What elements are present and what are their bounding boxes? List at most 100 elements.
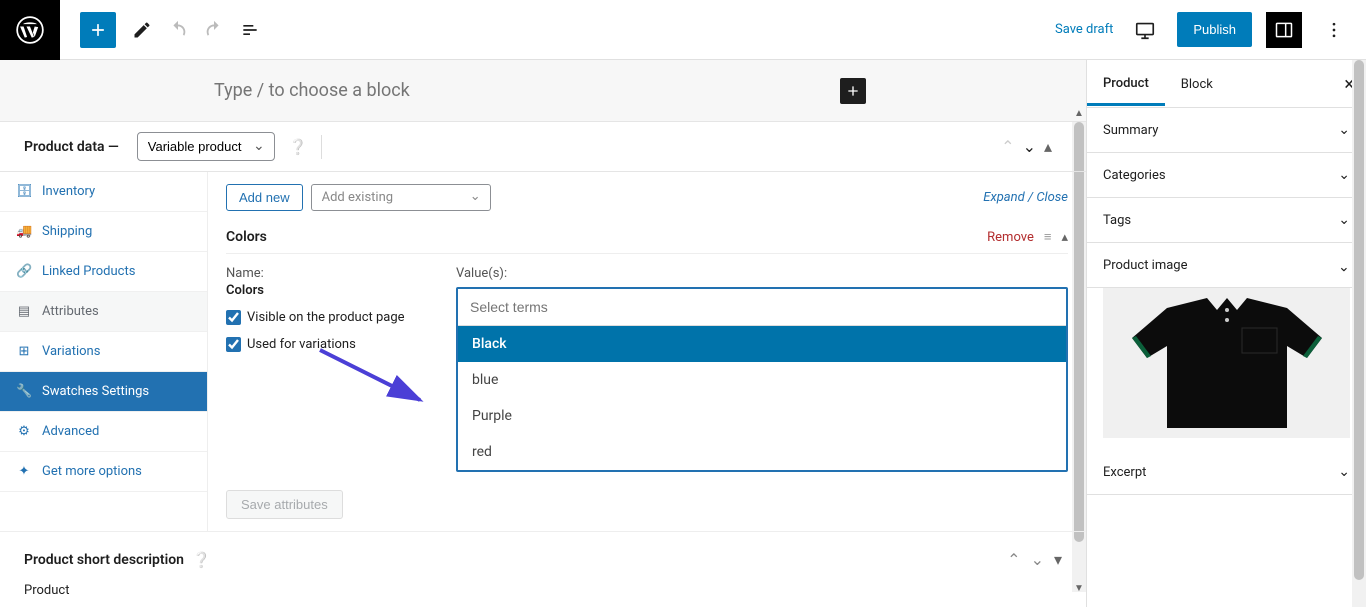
panel-excerpt[interactable]: Excerpt⌄ — [1087, 450, 1366, 495]
visible-checkbox-row[interactable]: Visible on the product page — [226, 310, 416, 325]
toolbar-left — [60, 12, 268, 48]
wordpress-logo[interactable] — [0, 0, 60, 60]
collapse-icon[interactable]: ▴ — [1044, 137, 1052, 156]
short-description-content[interactable]: Product — [0, 577, 1086, 604]
collapse-attribute-icon[interactable]: ▴ — [1061, 230, 1068, 245]
edit-tool[interactable] — [124, 12, 160, 48]
inline-add-block[interactable] — [840, 78, 866, 104]
inventory-icon: 🗄 — [16, 184, 32, 199]
divider — [321, 135, 322, 159]
sidebar-tab-product[interactable]: Product — [1087, 62, 1165, 106]
panel-tags[interactable]: Tags⌄ — [1087, 198, 1366, 243]
editor-area: Type / to choose a block ▲ ▼ Product dat… — [0, 60, 1086, 607]
document-overview-button[interactable] — [232, 12, 268, 48]
truck-icon: 🚚 — [16, 224, 32, 239]
toolbar-right: Save draft Publish — [1055, 12, 1366, 48]
wrench-icon: 🔧 — [16, 384, 32, 399]
tab-variations[interactable]: ⊞Variations — [0, 332, 207, 372]
tab-advanced[interactable]: ⚙Advanced — [0, 412, 207, 452]
panel-product-image[interactable]: Product image⌃ — [1087, 243, 1366, 288]
tab-linked-products[interactable]: 🔗Linked Products — [0, 252, 207, 292]
sidebar-icon — [1274, 20, 1294, 40]
attributes-icon: ▤ — [16, 304, 32, 319]
save-draft-link[interactable]: Save draft — [1055, 22, 1113, 37]
tab-attributes[interactable]: ▤Attributes — [0, 292, 207, 332]
tab-inventory[interactable]: 🗄Inventory — [0, 172, 207, 212]
remove-attribute-link[interactable]: Remove — [987, 230, 1034, 245]
link-icon: 🔗 — [16, 264, 32, 279]
desktop-icon — [1134, 19, 1156, 41]
sidebar-tab-block[interactable]: Block — [1165, 63, 1229, 104]
add-block-button[interactable] — [80, 12, 116, 48]
chevron-down-icon: ⌄ — [1338, 464, 1350, 480]
publish-button[interactable]: Publish — [1177, 12, 1252, 47]
redo-button[interactable] — [196, 12, 232, 48]
options-menu[interactable] — [1316, 12, 1352, 48]
chevron-down-icon: ⌄ — [1338, 212, 1350, 228]
visible-checkbox[interactable] — [226, 310, 241, 325]
add-existing-select[interactable]: Add existing — [311, 184, 491, 211]
variations-icon: ⊞ — [16, 344, 32, 359]
select-terms-input[interactable] — [458, 289, 1066, 325]
dropdown-option-red[interactable]: red — [458, 434, 1066, 470]
dropdown-option-purple[interactable]: Purple — [458, 398, 1066, 434]
short-description-title: Product short description — [24, 552, 184, 568]
list-icon — [240, 20, 260, 40]
attribute-header: Colors Remove ≡ ▴ — [226, 229, 1068, 254]
tab-swatches-settings[interactable]: 🔧Swatches Settings — [0, 372, 207, 412]
block-placeholder-text: Type / to choose a block — [214, 80, 410, 101]
product-data-header: Product data — Variable product ❔ ⌃ ⌄ ▴ — [0, 122, 1086, 172]
settings-sidebar: Product Block × Summary⌄ Categories⌄ Tag… — [1086, 60, 1366, 607]
dropdown-option-black[interactable]: Black — [458, 326, 1066, 362]
tab-shipping[interactable]: 🚚Shipping — [0, 212, 207, 252]
chevron-down-icon: ⌄ — [1338, 167, 1350, 183]
plus-icon — [845, 83, 861, 99]
chevron-down-icon: ⌄ — [1338, 122, 1350, 138]
drag-handle-icon[interactable]: ≡ — [1044, 229, 1052, 245]
scrollbar-thumb[interactable] — [1354, 60, 1364, 580]
polo-shirt-icon — [1127, 298, 1327, 428]
attribute-title: Colors — [226, 229, 267, 245]
used-checkbox[interactable] — [226, 337, 241, 352]
dots-vertical-icon — [1324, 20, 1344, 40]
product-data-body: 🗄Inventory 🚚Shipping 🔗Linked Products ▤A… — [0, 172, 1086, 531]
help-icon[interactable]: ❔ — [192, 551, 211, 569]
move-down-icon[interactable]: ⌄ — [1031, 550, 1044, 569]
wordpress-icon — [16, 16, 44, 44]
terms-dropdown: Black blue Purple red — [458, 325, 1066, 470]
product-type-select[interactable]: Variable product — [137, 132, 275, 161]
panel-summary[interactable]: Summary⌄ — [1087, 108, 1366, 153]
undo-icon — [167, 19, 189, 41]
panel-controls: ⌃ ⌄ ▴ — [1001, 137, 1062, 156]
page-scrollbar[interactable] — [1352, 60, 1366, 607]
top-toolbar: Save draft Publish — [0, 0, 1366, 60]
move-up-icon[interactable]: ⌃ — [1007, 550, 1020, 569]
short-desc-controls: ⌃ ⌄ ▾ — [1007, 550, 1062, 569]
help-icon[interactable]: ❔ — [289, 138, 308, 156]
add-new-attribute-button[interactable]: Add new — [226, 184, 303, 211]
values-label: Value(s): — [456, 266, 1068, 281]
preview-button[interactable] — [1127, 12, 1163, 48]
gear-icon: ⚙ — [16, 424, 32, 439]
attribute-right-col: Value(s): Black blue Purple red — [456, 266, 1068, 472]
main-area: Type / to choose a block ▲ ▼ Product dat… — [0, 60, 1366, 607]
attribute-name-value: Colors — [226, 283, 416, 298]
panel-categories[interactable]: Categories⌄ — [1087, 153, 1366, 198]
expand-close-link[interactable]: Expand / Close — [983, 190, 1068, 205]
move-up-icon[interactable]: ⌃ — [1001, 137, 1014, 156]
sparkle-icon: ✦ — [16, 464, 32, 479]
block-placeholder-row[interactable]: Type / to choose a block — [0, 60, 1086, 122]
name-label: Name: — [226, 266, 416, 281]
undo-button[interactable] — [160, 12, 196, 48]
save-attributes-button[interactable]: Save attributes — [226, 490, 343, 519]
pencil-icon — [132, 20, 152, 40]
short-description-panel: Product short description ❔ ⌃ ⌄ ▾ — [0, 531, 1086, 577]
product-image-preview[interactable] — [1103, 288, 1350, 438]
tab-get-more[interactable]: ✦Get more options — [0, 452, 207, 492]
dropdown-option-blue[interactable]: blue — [458, 362, 1066, 398]
move-down-icon[interactable]: ⌄ — [1023, 137, 1036, 156]
settings-sidebar-toggle[interactable] — [1266, 12, 1302, 48]
product-data-label: Product data — — [24, 139, 119, 155]
sidebar-tabs: Product Block × — [1087, 60, 1366, 108]
collapse-icon[interactable]: ▾ — [1054, 550, 1062, 569]
